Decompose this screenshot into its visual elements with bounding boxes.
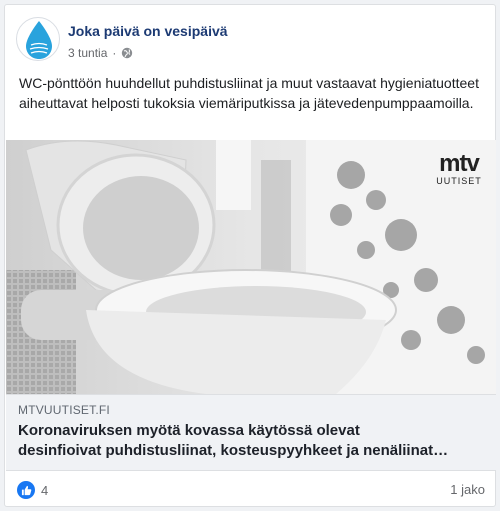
logo-top-text: mtv xyxy=(439,150,480,177)
post-time[interactable]: 3 tuntia xyxy=(68,46,107,60)
link-title-line1: Koronaviruksen myötä kovassa käytössä ol… xyxy=(18,422,360,439)
link-preview[interactable]: MTVUUTISET.FI Koronaviruksen myötä kovas… xyxy=(6,394,496,471)
link-title-line2: desinfioivat puhdistusliinat, kosteuspyy… xyxy=(18,442,449,459)
avatar[interactable] xyxy=(16,17,60,61)
post-header: Joka päivä on vesipäivä 3 tuntia · xyxy=(16,15,486,63)
logo-bottom-text: UUTISET xyxy=(436,176,482,186)
link-title[interactable]: Koronaviruksen myötä kovassa käytössä ol… xyxy=(18,421,488,461)
separator-dot: · xyxy=(112,46,117,60)
mtv-uutiset-logo: mtv UUTISET xyxy=(436,152,482,192)
link-preview-image[interactable]: mtv UUTISET xyxy=(6,140,496,394)
post-text: WC-pönttöön huuhdellut puhdistusliinat j… xyxy=(19,75,479,111)
post-card: Joka päivä on vesipäivä 3 tuntia · WC-pö… xyxy=(4,4,496,507)
reaction-count: 4 xyxy=(41,482,49,498)
like-icon xyxy=(17,481,35,499)
post-footer: 4 1 jako xyxy=(17,479,485,499)
reactions[interactable]: 4 xyxy=(17,481,48,499)
share-count[interactable]: 1 jako xyxy=(450,482,485,497)
page-name[interactable]: Joka päivä on vesipäivä xyxy=(68,23,228,39)
water-drop-logo-icon xyxy=(26,21,52,59)
post-meta: 3 tuntia · xyxy=(68,46,133,60)
globe-icon xyxy=(122,47,133,59)
link-domain: MTVUUTISET.FI xyxy=(18,403,110,417)
toilet-photo xyxy=(6,140,496,394)
